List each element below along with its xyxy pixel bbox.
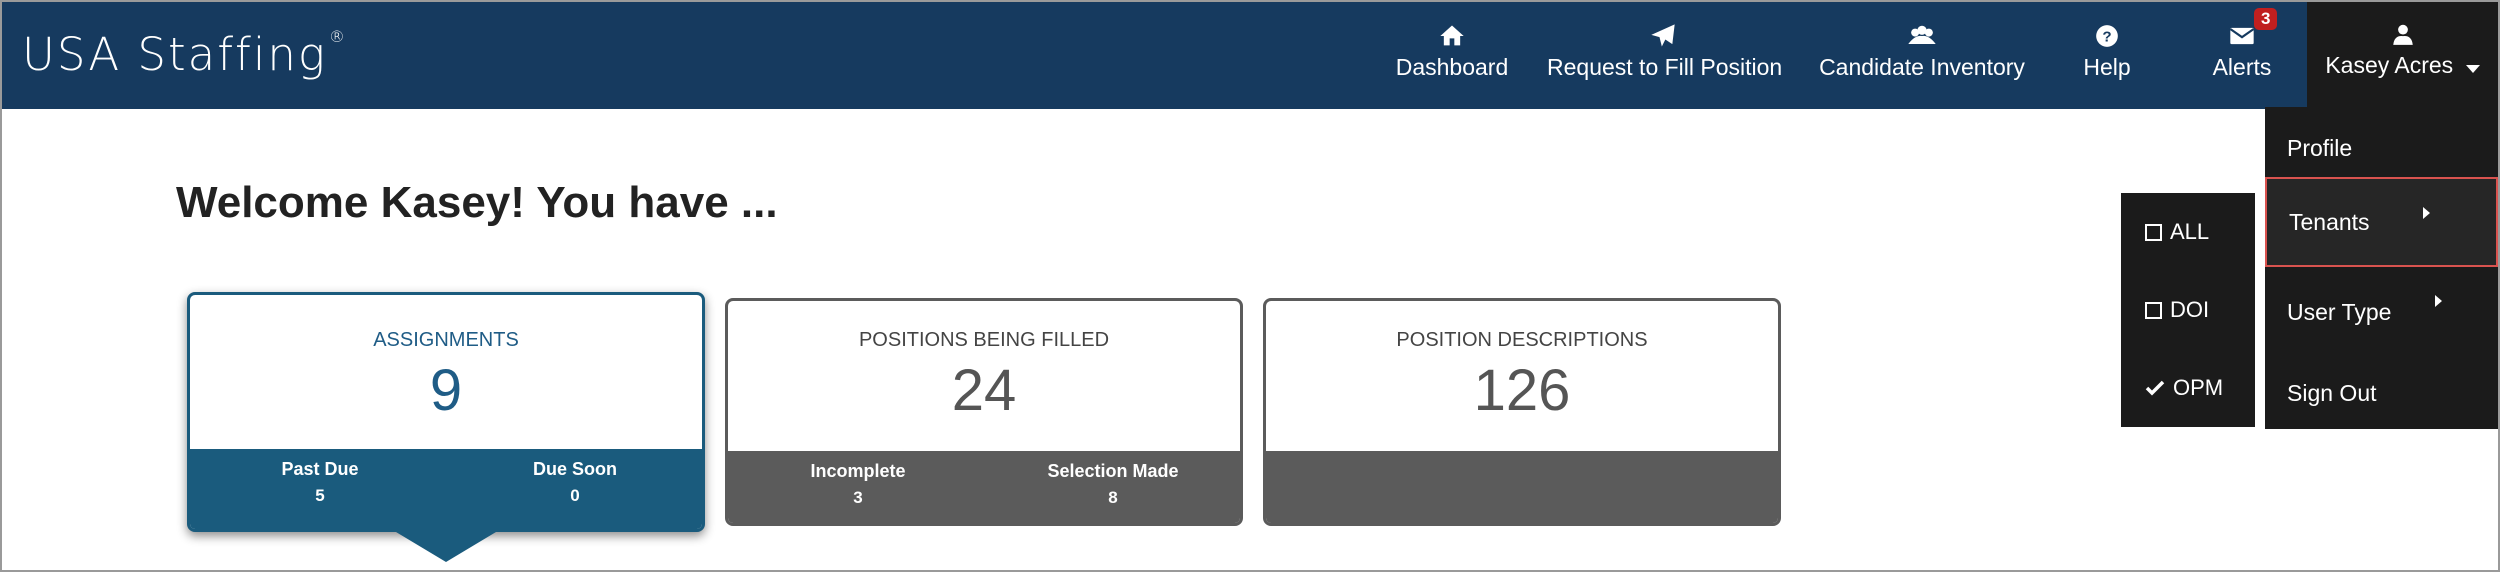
nav-request-to-fill-position[interactable]: Request to Fill Position [1547,22,1783,92]
menu-item-sign-out[interactable]: Sign Out [2265,357,2498,429]
card-title: ASSIGNMENTS [373,329,519,351]
top-navigation-bar: USA Staffing ® Dashboard Request to Fill … [2,2,2498,109]
card-title: POSITION DESCRIPTIONS [1396,329,1648,351]
nav-help-label: Help [2083,54,2131,80]
user-dropdown-menu: Profile Tenants User Type Sign Out [2265,107,2498,429]
incomplete-stat[interactable]: Incomplete 3 [758,461,958,508]
nav-candidate-inventory[interactable]: Candidate Inventory [1816,22,2028,92]
checkbox-empty-icon [2145,223,2162,241]
nav-request-label: Request to Fill Position [1547,54,1783,80]
nav-alerts[interactable]: 3 Alerts [2202,8,2282,92]
stat-label: Due Soon [533,459,617,479]
menu-item-tenants-label: Tenants [2289,208,2370,235]
tenant-option-all-label: ALL [2170,219,2210,244]
nav-dashboard[interactable]: Dashboard [1392,22,1512,92]
selection-made-stat[interactable]: Selection Made 8 [1013,461,1213,508]
tenants-submenu: ALL DOI OPM [2121,193,2255,427]
caret-right-icon [2423,207,2430,219]
due-soon-stat[interactable]: Due Soon 0 [475,459,675,506]
welcome-heading: Welcome Kasey! You have ... [176,178,778,227]
check-icon [2145,380,2165,396]
stat-value: 5 [315,486,325,505]
home-icon [1440,25,1464,46]
users-icon [1908,25,1936,44]
question-circle-icon: ? [2096,25,2118,47]
nav-help[interactable]: ? Help [2072,22,2142,92]
card-footer: Incomplete 3 Selection Made 8 [728,451,1240,523]
tenant-option-opm[interactable]: OPM [2121,349,2255,427]
position-descriptions-card[interactable]: POSITION DESCRIPTIONS 126 [1263,298,1781,526]
nav-alerts-label: Alerts [2212,54,2272,80]
stat-value: 0 [570,486,580,505]
positions-being-filled-card[interactable]: POSITIONS BEING FILLED 24 Incomplete 3 S… [725,298,1243,526]
stat-value: 3 [853,488,863,507]
nav-dashboard-label: Dashboard [1395,54,1509,80]
user-icon [2392,24,2413,45]
card-title: POSITIONS BEING FILLED [858,329,1110,351]
logo-text: USA Staffing [22,28,327,81]
menu-item-user-type[interactable]: User Type [2265,267,2498,357]
menu-item-tenants[interactable]: Tenants [2265,177,2498,267]
card-count: 24 [951,358,1017,423]
card-footer [1266,451,1778,523]
assignments-card[interactable]: ASSIGNMENTS 9 Past Due 5 Due Soon 0 [187,292,705,532]
registered-mark: ® [328,27,347,46]
stat-label: Selection Made [1047,461,1179,481]
stat-label: Past Due [281,459,359,479]
svg-text:?: ? [2102,28,2111,45]
checkbox-empty-icon [2145,301,2162,319]
card-count: 126 [1473,358,1571,423]
tenant-option-doi[interactable]: DOI [2121,271,2255,349]
menu-item-sign-out-label: Sign Out [2287,379,2377,406]
user-menu-toggle[interactable]: Kasey Acres [2307,2,2498,109]
envelope-icon [2229,27,2255,45]
past-due-stat[interactable]: Past Due 5 [220,459,420,506]
caret-down-icon [2465,64,2480,73]
nav-candidate-label: Candidate Inventory [1819,54,2025,80]
card-count: 9 [429,358,463,423]
tenant-option-doi-label: DOI [2170,297,2210,322]
paper-plane-icon [1651,24,1675,47]
caret-right-icon [2435,295,2442,307]
tenant-option-all[interactable]: ALL [2121,193,2255,271]
menu-item-profile-label: Profile [2287,134,2353,161]
alerts-count-badge: 3 [2254,8,2278,30]
user-name: Kasey Acres [2325,52,2454,78]
stat-value: 8 [1108,488,1118,507]
menu-item-user-type-label: User Type [2287,298,2392,325]
usa-staffing-logo[interactable]: USA Staffing ® [22,27,347,81]
selected-card-pointer [396,532,496,562]
card-footer: Past Due 5 Due Soon 0 [190,449,702,529]
tenant-option-opm-label: OPM [2173,375,2224,400]
stat-label: Incomplete [810,461,906,481]
